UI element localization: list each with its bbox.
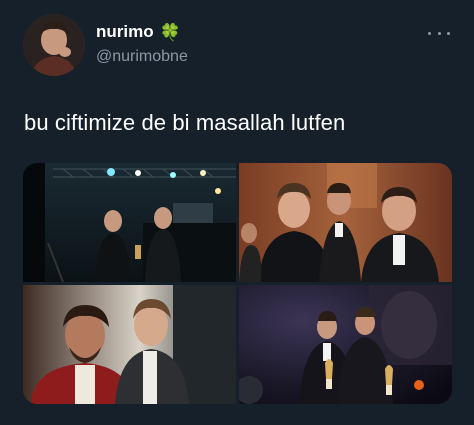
tweet-photo-1[interactable] bbox=[23, 163, 236, 282]
photo-3-image bbox=[23, 285, 236, 404]
avatar-portrait bbox=[23, 14, 85, 76]
more-dot bbox=[437, 31, 441, 35]
display-name-row[interactable]: nurimo 🍀 bbox=[96, 22, 181, 42]
tweet-text: bu ciftimize de bi masallah lutfen bbox=[24, 110, 346, 135]
display-name[interactable]: nurimo bbox=[96, 22, 154, 42]
photo-1-image bbox=[23, 163, 236, 282]
author-avatar[interactable] bbox=[23, 14, 85, 76]
more-options-button[interactable] bbox=[428, 26, 450, 40]
more-dot bbox=[447, 31, 450, 35]
photo-2-image bbox=[239, 163, 452, 282]
media-grid bbox=[23, 163, 452, 404]
tweet-photo-4[interactable] bbox=[239, 285, 452, 404]
tweet-photo-3[interactable] bbox=[23, 285, 236, 404]
tweet-card[interactable]: nurimo 🍀 @nurimobne bu ciftimize de bi m… bbox=[0, 0, 474, 425]
clover-emoji-icon: 🍀 bbox=[159, 22, 181, 42]
photo-4-image bbox=[239, 285, 452, 404]
user-handle[interactable]: @nurimobne bbox=[96, 48, 188, 66]
more-horizontal-icon bbox=[428, 31, 431, 35]
tweet-photo-2[interactable] bbox=[239, 163, 452, 282]
